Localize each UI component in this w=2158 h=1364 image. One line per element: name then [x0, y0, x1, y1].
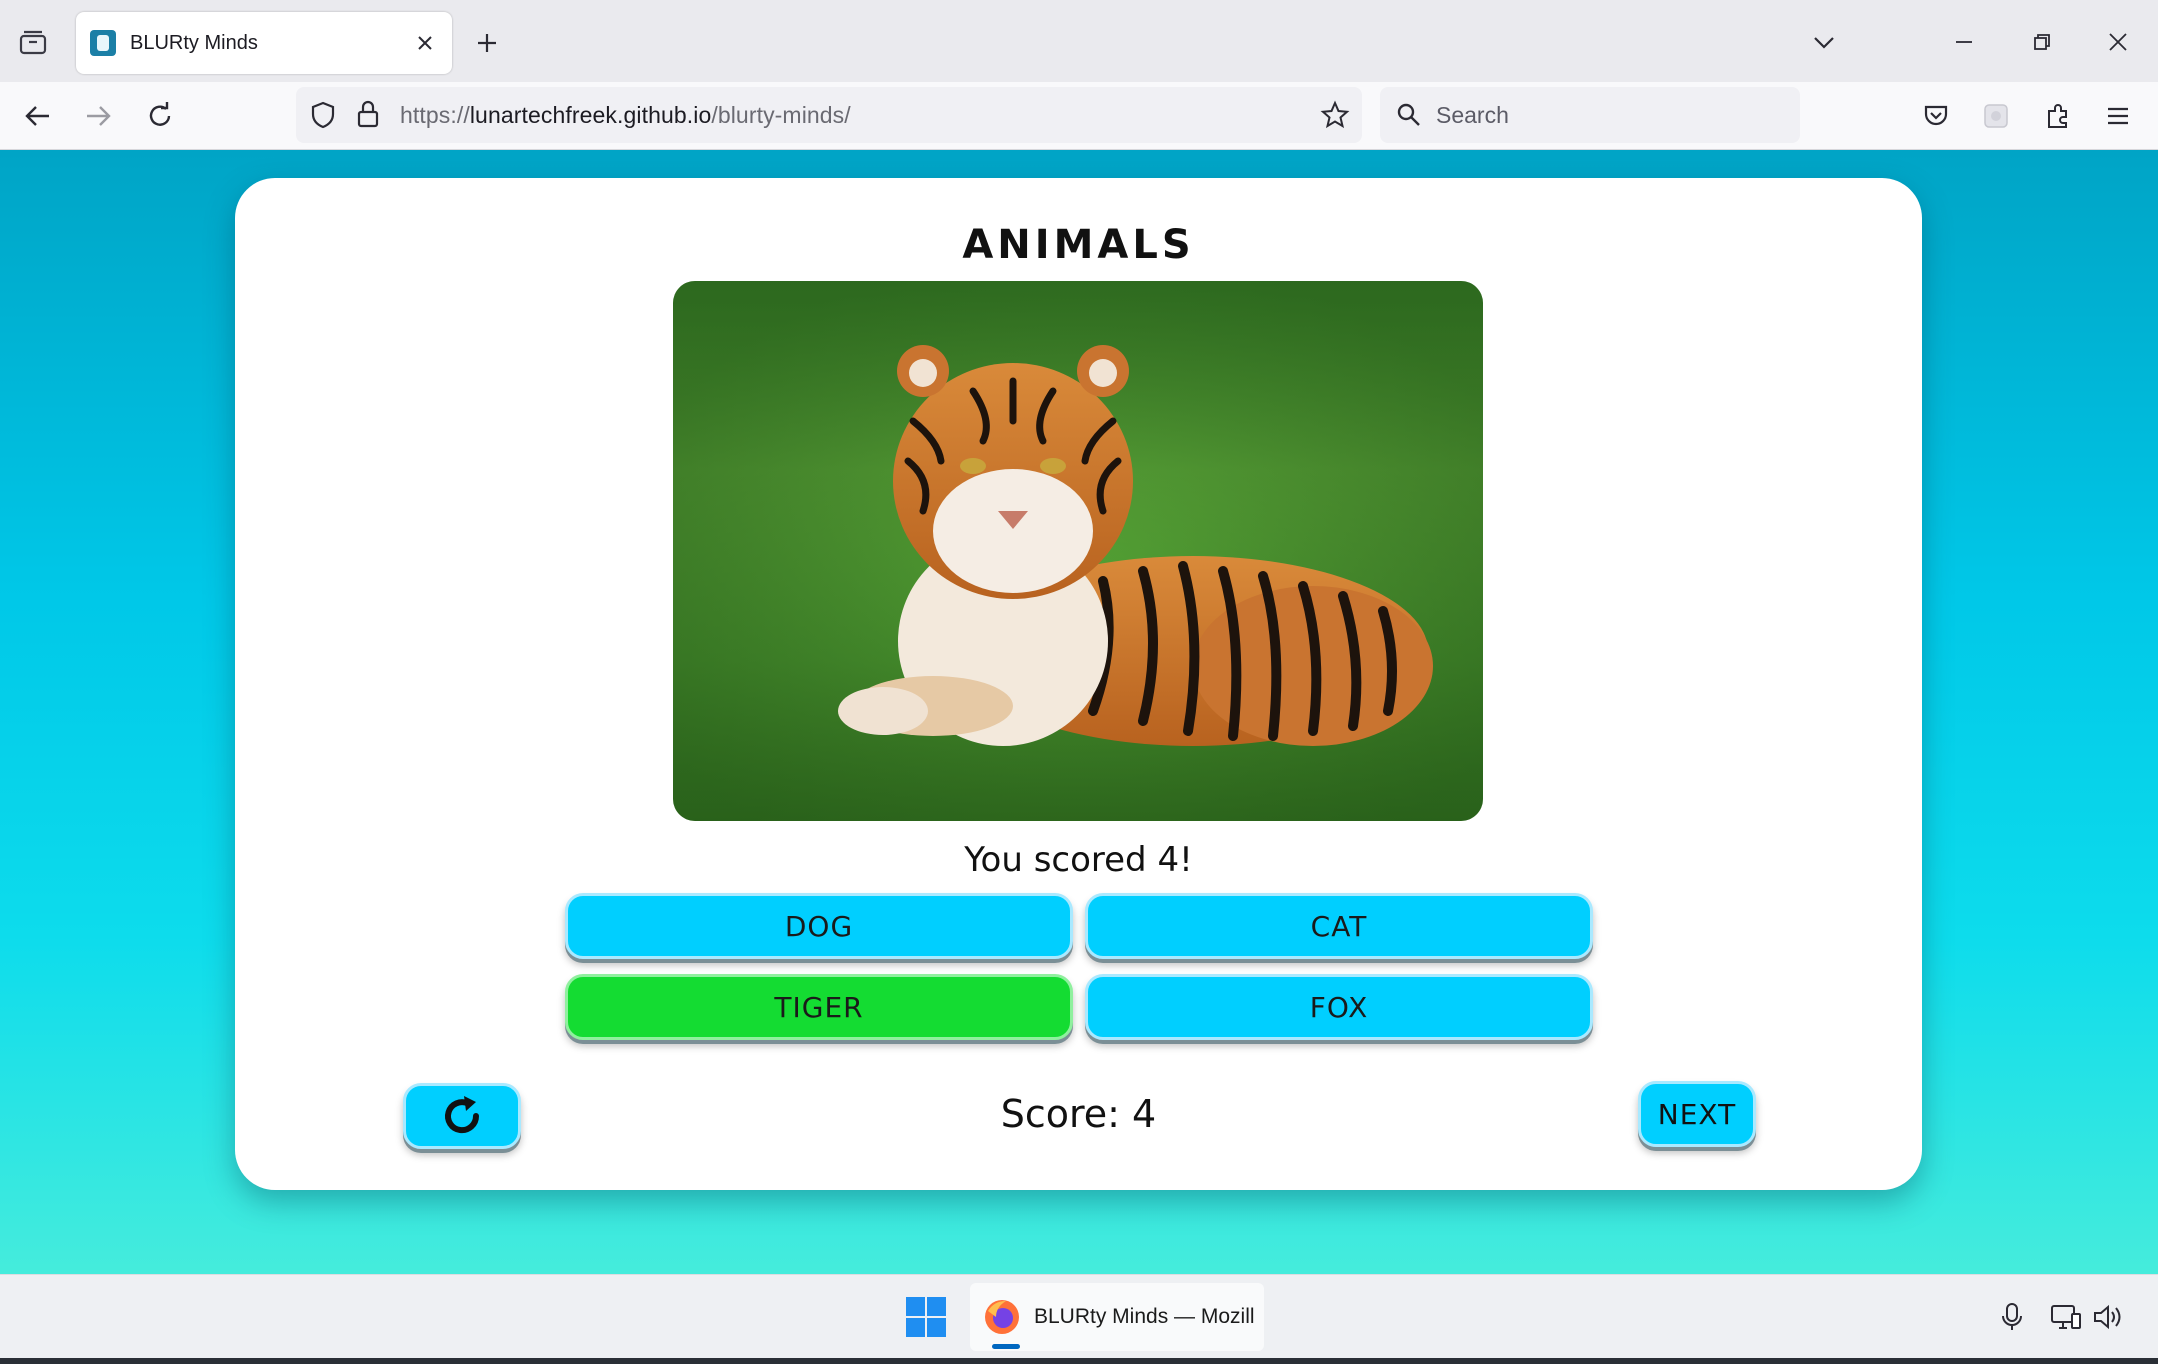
- taskbar-firefox-app[interactable]: BLURty Minds — Mozill: [970, 1283, 1264, 1351]
- answer-button-cat[interactable]: CAT: [1085, 893, 1593, 959]
- back-arrow-icon[interactable]: [18, 96, 58, 136]
- reload-icon[interactable]: [140, 96, 180, 136]
- close-tab-icon[interactable]: [412, 30, 438, 56]
- answer-button-fox[interactable]: FOX: [1085, 974, 1593, 1040]
- tab-list-chevron-down-icon[interactable]: [1804, 22, 1844, 62]
- browser-tab-bar: BLURty Minds: [0, 0, 2158, 82]
- hamburger-menu-icon[interactable]: [2098, 96, 2138, 136]
- search-placeholder: Search: [1436, 101, 1509, 128]
- firefox-icon: [982, 1297, 1022, 1337]
- taskbar-app-label: BLURty Minds — Mozill: [1034, 1305, 1254, 1328]
- quiz-image: [673, 281, 1483, 821]
- browser-nav-bar: https://lunartechfreek.github.io/blurty-…: [0, 82, 2158, 150]
- result-message: You scored 4!: [964, 840, 1193, 880]
- network-display-icon[interactable]: [2046, 1297, 2086, 1337]
- search-bar[interactable]: Search: [1380, 87, 1800, 143]
- tab-overview-icon[interactable]: [14, 26, 52, 60]
- address-bar[interactable]: https://lunartechfreek.github.io/blurty-…: [296, 87, 1362, 143]
- quiz-card: ANIMALS You scored 4! DOG CAT TIGER FOX …: [235, 178, 1922, 1190]
- page-viewport: ANIMALS You scored 4! DOG CAT TIGER FOX …: [0, 150, 2158, 1274]
- search-icon: [1396, 102, 1422, 128]
- url-text[interactable]: https://lunartechfreek.github.io/blurty-…: [400, 102, 851, 129]
- microphone-icon[interactable]: [1992, 1297, 2032, 1337]
- tab-title: BLURty Minds: [130, 31, 258, 54]
- windows-taskbar: BLURty Minds — Mozill: [0, 1274, 2158, 1358]
- answer-button-tiger[interactable]: TIGER: [565, 974, 1073, 1040]
- windows-start-icon[interactable]: [904, 1295, 948, 1339]
- tracking-shield-icon[interactable]: [310, 101, 336, 133]
- pocket-icon[interactable]: [1916, 96, 1956, 136]
- tiger-image: [673, 281, 1483, 821]
- extension-badge-icon[interactable]: [1976, 96, 2016, 136]
- bookmark-star-icon[interactable]: [1320, 100, 1350, 134]
- quiz-category-title: ANIMALS: [962, 222, 1195, 268]
- minimize-window-icon[interactable]: [1944, 22, 1984, 62]
- forward-arrow-icon[interactable]: [78, 96, 118, 136]
- active-app-indicator: [992, 1344, 1020, 1349]
- next-button[interactable]: NEXT: [1638, 1081, 1756, 1147]
- browser-tab-active[interactable]: BLURty Minds: [76, 12, 452, 74]
- site-favicon-icon: [90, 30, 116, 56]
- new-tab-plus-icon[interactable]: [470, 26, 504, 60]
- answer-button-dog[interactable]: DOG: [565, 893, 1073, 959]
- extensions-puzzle-icon[interactable]: [2038, 96, 2078, 136]
- lock-icon[interactable]: [356, 99, 380, 133]
- restore-window-icon[interactable]: [2022, 22, 2062, 62]
- bottom-edge-strip: [0, 1358, 2158, 1364]
- close-window-icon[interactable]: [2098, 22, 2138, 62]
- volume-icon[interactable]: [2088, 1297, 2128, 1337]
